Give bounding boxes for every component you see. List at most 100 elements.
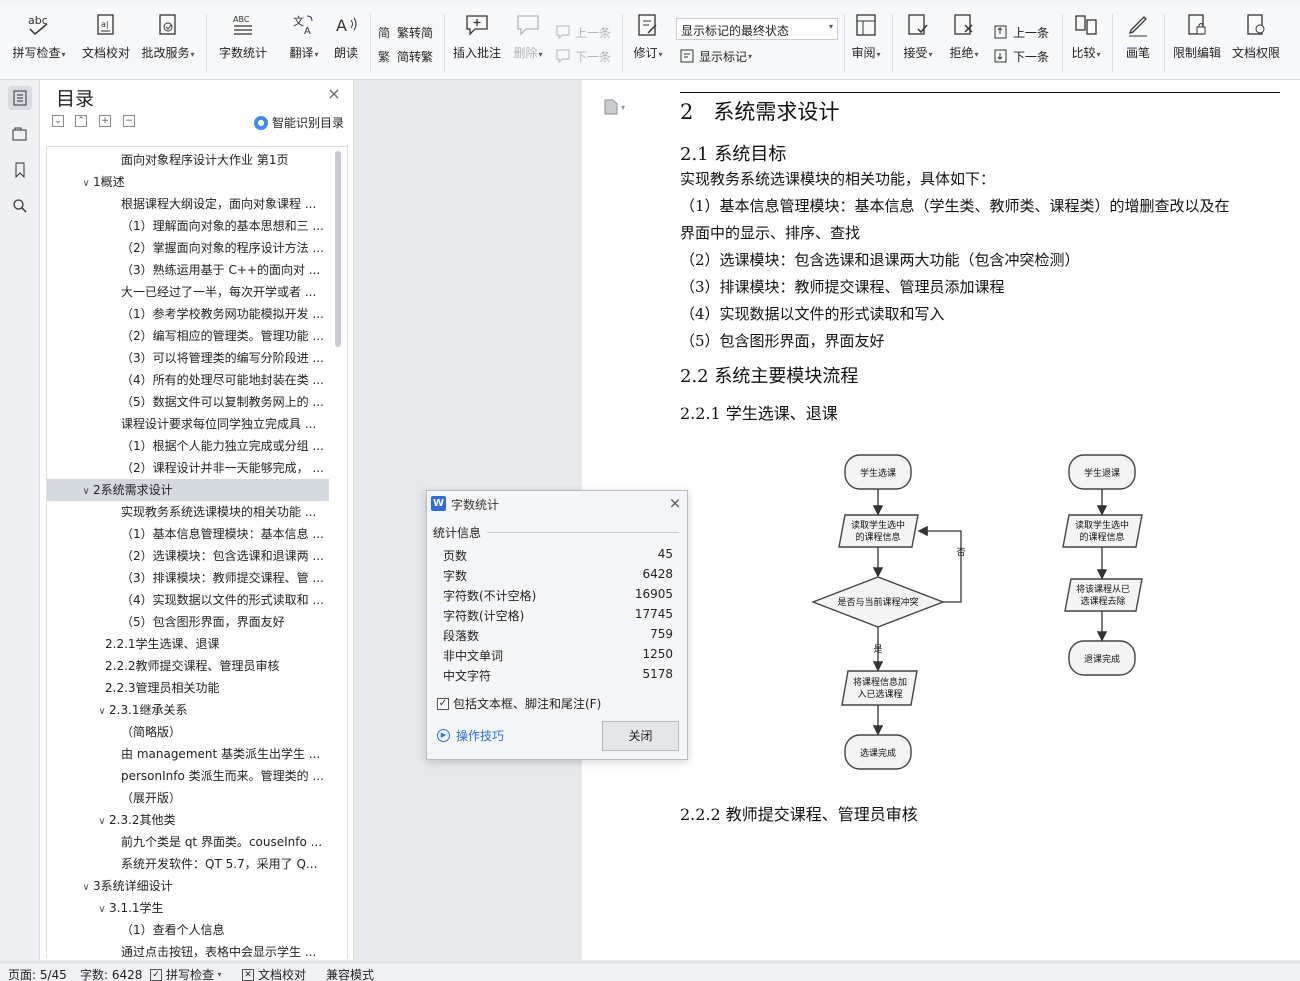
- close-icon[interactable]: ×: [667, 495, 683, 511]
- separator: [1062, 14, 1063, 72]
- toc-item[interactable]: （1）基本信息管理模块：基本信息 ...: [47, 523, 329, 545]
- toc-item[interactable]: （3）可以将管理类的编写分阶段进 ...: [47, 347, 329, 369]
- toc-item[interactable]: ∨ 1概述: [47, 171, 329, 193]
- markup-state-select[interactable]: 显示标记的最终状态 ▾: [676, 18, 838, 40]
- toc-item[interactable]: （简略版）: [47, 721, 329, 743]
- stat-label: 字数: [443, 569, 468, 583]
- toc-item[interactable]: 2.2.1学生选课、退课: [47, 633, 329, 655]
- toc-item[interactable]: （4）所有的处理尽可能地封装在类 ...: [47, 369, 329, 391]
- translate-button[interactable]: 文A 翻译▾: [282, 10, 326, 72]
- toc-item[interactable]: 系统开发软件：QT 5.7，采用了 Q...: [47, 853, 329, 875]
- toc-item[interactable]: （3）排课模块：教师提交课程、管 ...: [47, 567, 329, 589]
- flow-label: 将课程信息加: [853, 676, 907, 688]
- toc-item[interactable]: ∨ 2系统需求设计: [47, 479, 329, 501]
- doc-permission-button[interactable]: 文档权限: [1228, 10, 1284, 72]
- pen-button[interactable]: 画笔: [1118, 10, 1158, 72]
- toc-item[interactable]: 课程设计要求每位同学独立完成具 ...: [47, 413, 329, 435]
- toc-item[interactable]: （5）包含图形界面，界面友好: [47, 611, 329, 633]
- toc-item-label: 实现教务系统选课模块的相关功能 ...: [121, 505, 317, 519]
- accept-button[interactable]: 接受▾: [898, 10, 938, 72]
- toc-item[interactable]: 大一已经过了一半，每次开学或者 ...: [47, 281, 329, 303]
- toc-item[interactable]: （2）编写相应的管理类。管理功能 ...: [47, 325, 329, 347]
- chevron-down-icon[interactable]: ∨: [79, 877, 93, 897]
- toc-item[interactable]: ∨ 3系统详细设计: [47, 875, 329, 897]
- toc-item[interactable]: （4）实现数据以文件的形式读取和 ...: [47, 589, 329, 611]
- toc-item[interactable]: ∨ 2.3.1继承关系: [47, 699, 329, 721]
- toc-item-label: （5）包含图形界面，界面友好: [121, 615, 285, 629]
- show-markup-button[interactable]: 显示标记 ▾: [678, 46, 752, 66]
- show-markup-icon: [678, 47, 696, 65]
- toc-item[interactable]: （展开版）: [47, 787, 329, 809]
- chevron-down-icon[interactable]: ∨: [79, 173, 93, 193]
- chevron-down-icon[interactable]: ∨: [95, 811, 109, 831]
- toc-item[interactable]: 2.2.2教师提交课程、管理员审核: [47, 655, 329, 677]
- spell-check-button[interactable]: abc 拼写检查▾: [8, 10, 70, 72]
- chevron-down-icon[interactable]: ∨: [79, 481, 93, 501]
- restrict-edit-button[interactable]: 限制编辑: [1168, 10, 1226, 72]
- toc-item[interactable]: （3）熟练运用基于 C++的面向对 ...: [47, 259, 329, 281]
- toc-item[interactable]: ∨ 2.3.2其他类: [47, 809, 329, 831]
- remove-heading-icon[interactable]: −: [123, 115, 135, 127]
- chapter-nav-icon[interactable]: [8, 122, 32, 146]
- trad-to-simp-button[interactable]: 简 繁转简: [376, 22, 433, 42]
- toc-item[interactable]: （5）数据文件可以复制教务网上的 ...: [47, 391, 329, 413]
- toc-item[interactable]: （1）根据个人能力独立完成或分组 ...: [47, 435, 329, 457]
- page-options-icon[interactable]: ▾: [604, 98, 630, 116]
- next-comment-button[interactable]: 下一条: [554, 46, 611, 66]
- toc-item-label: 3系统详细设计: [93, 879, 173, 893]
- dialog-titlebar[interactable]: W 字数统计 ×: [427, 491, 687, 517]
- toc-item[interactable]: （2）课程设计并非一天能够完成， ...: [47, 457, 329, 479]
- collapse-all-icon[interactable]: ⌄: [52, 115, 64, 127]
- simp-to-trad-button[interactable]: 繁 简转繁: [376, 46, 433, 66]
- batch-service-button[interactable]: 批改服务▾: [138, 10, 198, 72]
- toc-item[interactable]: 面向对象程序设计大作业 第1页: [47, 149, 329, 171]
- chevron-down-icon[interactable]: ∨: [95, 701, 109, 721]
- stat-label: 页数: [443, 549, 468, 563]
- spell-check-status[interactable]: ✓ 拼写检查 ▾: [150, 966, 222, 981]
- toc-item[interactable]: 根据课程大纲设定，面向对象课程 ...: [47, 193, 329, 215]
- toc-item[interactable]: （1）参考学校教务网功能模拟开发 ...: [47, 303, 329, 325]
- doc-proof-button[interactable]: a| 文档校对: [76, 10, 136, 72]
- toc-item[interactable]: （2）选课模块：包含选课和退课两 ...: [47, 545, 329, 567]
- toc-item[interactable]: 2.2.3管理员相关功能: [47, 677, 329, 699]
- review-pane-button[interactable]: 审阅▾: [846, 10, 886, 72]
- toc-item[interactable]: （2）掌握面向对象的程序设计方法 ...: [47, 237, 329, 259]
- toc-item[interactable]: （1）理解面向对象的基本思想和三 ...: [47, 215, 329, 237]
- prev-comment-button[interactable]: 上一条: [554, 22, 611, 42]
- track-changes-button[interactable]: 修订▾: [628, 10, 668, 72]
- smart-toc-button[interactable]: ● 智能识别目录: [254, 114, 344, 131]
- separator: [1164, 14, 1165, 72]
- chevron-down-icon[interactable]: ∨: [95, 899, 109, 919]
- toc-item[interactable]: ∨ 3.1.1学生: [47, 897, 329, 919]
- toc-item[interactable]: 实现教务系统选课模块的相关功能 ...: [47, 501, 329, 523]
- scrollbar[interactable]: [335, 151, 341, 347]
- proof-status[interactable]: ✕ 文档校对: [242, 966, 306, 981]
- reject-button[interactable]: 拒绝▾: [944, 10, 984, 72]
- add-heading-icon[interactable]: +: [99, 115, 111, 127]
- word-count-indicator[interactable]: 字数: 6428: [80, 966, 142, 981]
- tips-link[interactable]: ▶ 操作技巧: [437, 727, 504, 744]
- stat-row: 段落数 759: [443, 625, 673, 645]
- toc-item[interactable]: 前九个类是 qt 界面类。couseInfo ...: [47, 831, 329, 853]
- toc-item[interactable]: personInfo 类派生而来。管理类的 ...: [47, 765, 329, 787]
- delete-comment-button[interactable]: 删除▾: [510, 10, 546, 72]
- bookmark-icon[interactable]: [8, 158, 32, 182]
- next-change-button[interactable]: 下一条: [992, 46, 1049, 66]
- read-aloud-button[interactable]: A 朗读: [328, 10, 364, 72]
- stat-value: 6428: [642, 567, 673, 581]
- prev-change-button[interactable]: 上一条: [992, 22, 1049, 42]
- toc-item[interactable]: （1）查看个人信息: [47, 919, 329, 941]
- close-icon[interactable]: ×: [326, 86, 342, 102]
- toc-item[interactable]: 通过点击按钮，表格中会显示学生 ...: [47, 941, 329, 958]
- heading-3-teacher: 2.2.2 教师提交课程、管理员审核: [680, 805, 918, 824]
- page-indicator[interactable]: 页面: 5/45: [8, 966, 67, 981]
- toc-nav-icon[interactable]: [8, 86, 32, 110]
- search-icon[interactable]: [8, 194, 32, 218]
- toc-item[interactable]: 由 management 基类派生出学生 ...: [47, 743, 329, 765]
- insert-comment-button[interactable]: 插入批注: [450, 10, 504, 72]
- include-textbox-checkbox[interactable]: ✓ 包括文本框、脚注和尾注(F): [437, 695, 601, 712]
- compare-button[interactable]: 比较▾: [1066, 10, 1106, 72]
- close-button[interactable]: 关闭: [602, 721, 679, 751]
- word-count-button[interactable]: ABC 字数统计: [214, 10, 272, 72]
- expand-level-icon[interactable]: ⌃: [75, 115, 87, 127]
